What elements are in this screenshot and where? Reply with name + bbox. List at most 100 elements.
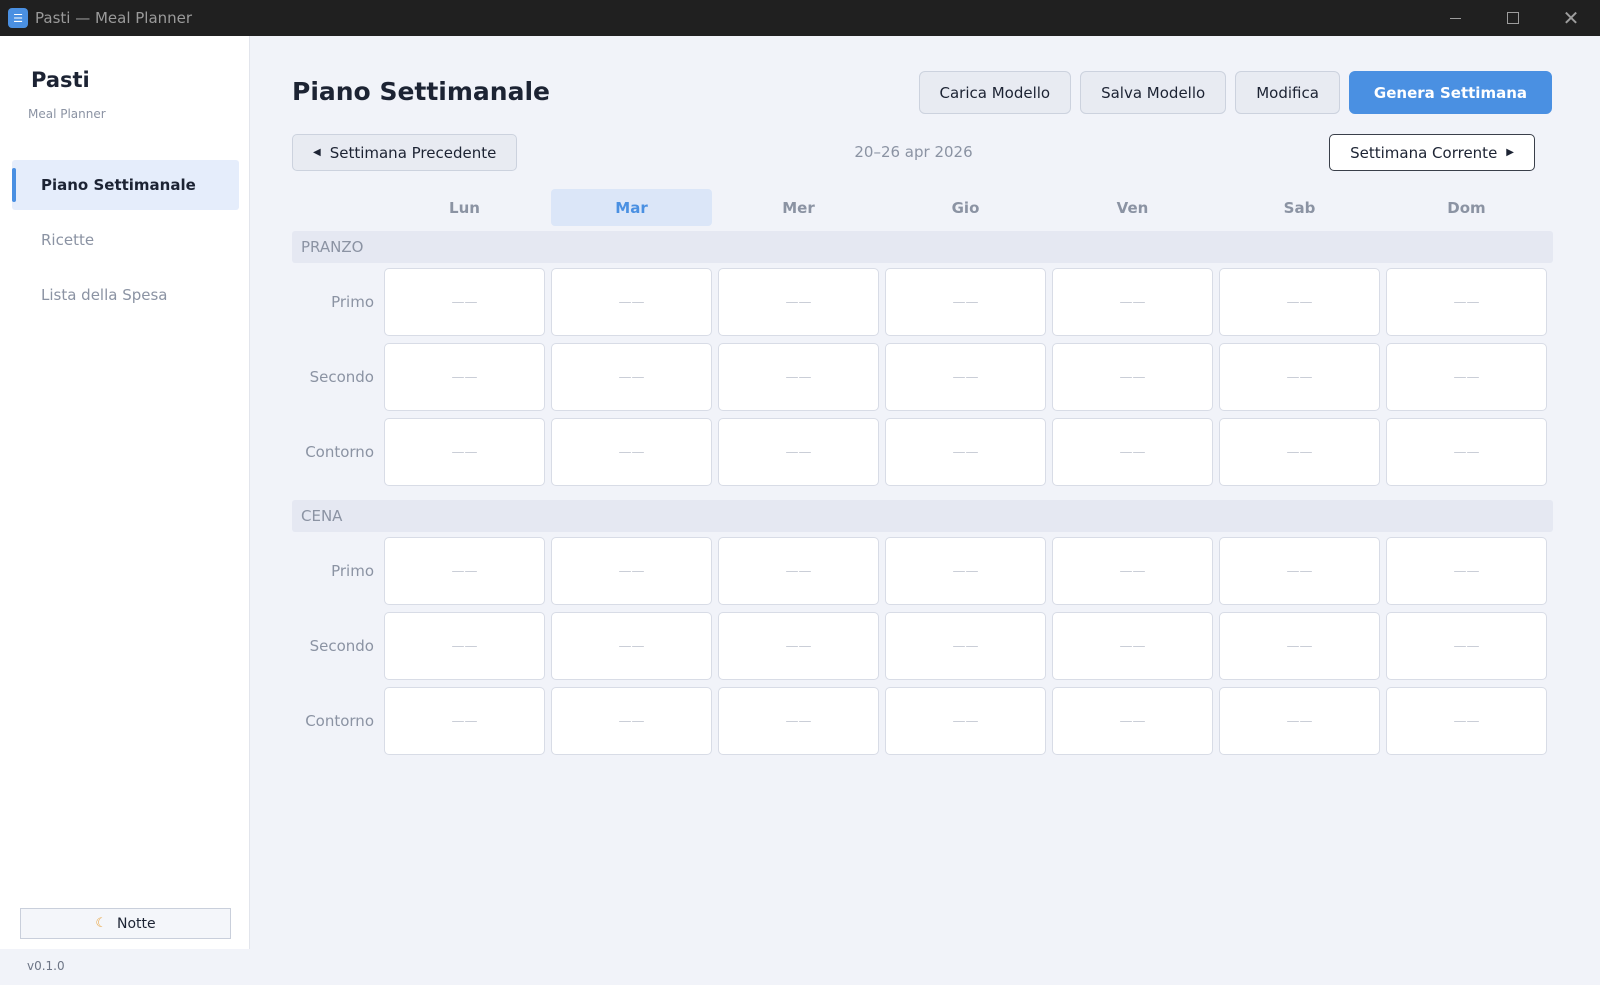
current-week-button[interactable]: Settimana Corrente ▶ bbox=[1329, 134, 1535, 171]
empty-slot-placeholder: —— bbox=[1453, 294, 1480, 310]
empty-slot-placeholder: —— bbox=[785, 638, 812, 654]
meal-slot[interactable]: —— bbox=[885, 418, 1046, 486]
course-label-secondo: Secondo bbox=[309, 368, 374, 386]
version-label: v0.1.0 bbox=[27, 959, 65, 973]
meal-slot[interactable]: —— bbox=[718, 268, 879, 336]
meal-slot[interactable]: —— bbox=[384, 612, 545, 680]
sidebar-item-label: Ricette bbox=[41, 231, 95, 249]
day-header-ven: Ven bbox=[1116, 198, 1149, 217]
meal-slot[interactable]: —— bbox=[718, 418, 879, 486]
minimize-icon bbox=[1449, 17, 1461, 19]
day-header-mar: Mar bbox=[551, 189, 712, 226]
empty-slot-placeholder: —— bbox=[618, 713, 645, 729]
empty-slot-placeholder: —— bbox=[952, 294, 979, 310]
meal-slot[interactable]: —— bbox=[718, 612, 879, 680]
empty-slot-placeholder: —— bbox=[618, 444, 645, 460]
meal-slot[interactable]: —— bbox=[1219, 418, 1380, 486]
meal-slot[interactable]: —— bbox=[1386, 537, 1547, 605]
meal-slot[interactable]: —— bbox=[551, 612, 712, 680]
meal-slot[interactable]: —— bbox=[885, 687, 1046, 755]
previous-week-button[interactable]: ◀ Settimana Precedente bbox=[292, 134, 518, 171]
meal-slot[interactable]: —— bbox=[384, 687, 545, 755]
meal-slot[interactable]: —— bbox=[1052, 418, 1213, 486]
empty-slot-placeholder: —— bbox=[618, 369, 645, 385]
current-week-label: Settimana Corrente bbox=[1350, 143, 1498, 162]
meal-slot[interactable]: —— bbox=[551, 687, 712, 755]
meal-slot[interactable]: —— bbox=[551, 343, 712, 411]
meal-slot[interactable]: —— bbox=[1219, 537, 1380, 605]
meal-slot[interactable]: —— bbox=[1386, 418, 1547, 486]
meal-slot[interactable]: —— bbox=[1386, 268, 1547, 336]
meal-slot[interactable]: —— bbox=[885, 537, 1046, 605]
empty-slot-placeholder: —— bbox=[785, 444, 812, 460]
edit-button[interactable]: Modifica bbox=[1235, 71, 1340, 114]
course-label-contorno: Contorno bbox=[305, 443, 374, 461]
meal-slot[interactable]: —— bbox=[384, 343, 545, 411]
meal-slot[interactable]: —— bbox=[384, 537, 545, 605]
empty-slot-placeholder: —— bbox=[1119, 563, 1146, 579]
empty-slot-placeholder: —— bbox=[1286, 638, 1313, 654]
meal-slot[interactable]: —— bbox=[1386, 612, 1547, 680]
meal-slot[interactable]: —— bbox=[718, 343, 879, 411]
main-content: Piano Settimanale Carica Modello Salva M… bbox=[251, 36, 1600, 949]
empty-slot-placeholder: —— bbox=[785, 294, 812, 310]
meal-slot[interactable]: —— bbox=[551, 268, 712, 336]
meal-slot[interactable]: —— bbox=[885, 268, 1046, 336]
week-navigation: 20–26 apr 2026 ◀ Settimana Precedente Se… bbox=[292, 134, 1535, 171]
meal-slot[interactable]: —— bbox=[1052, 268, 1213, 336]
sidebar-nav: Piano Settimanale Ricette Lista della Sp… bbox=[12, 160, 239, 325]
empty-slot-placeholder: —— bbox=[451, 294, 478, 310]
empty-slot-placeholder: —— bbox=[618, 563, 645, 579]
arrow-right-icon: ▶ bbox=[1506, 147, 1514, 158]
course-label-secondo: Secondo bbox=[309, 637, 374, 655]
empty-slot-placeholder: —— bbox=[451, 444, 478, 460]
day-header-mer: Mer bbox=[782, 198, 815, 217]
meal-slot[interactable]: —— bbox=[1052, 537, 1213, 605]
load-template-button[interactable]: Carica Modello bbox=[918, 71, 1072, 114]
save-template-button[interactable]: Salva Modello bbox=[1080, 71, 1227, 114]
sidebar-item-ricette[interactable]: Ricette bbox=[12, 215, 239, 265]
arrow-left-icon: ◀ bbox=[313, 147, 321, 158]
meal-slot[interactable]: —— bbox=[551, 537, 712, 605]
empty-slot-placeholder: —— bbox=[618, 294, 645, 310]
maximize-button[interactable] bbox=[1484, 0, 1542, 36]
meal-slot[interactable]: —— bbox=[1386, 343, 1547, 411]
meal-slot[interactable]: —— bbox=[1052, 612, 1213, 680]
meal-slot[interactable]: —— bbox=[1386, 687, 1547, 755]
meal-slot[interactable]: —— bbox=[718, 537, 879, 605]
meal-slot[interactable]: —— bbox=[1219, 612, 1380, 680]
meal-slot[interactable]: —— bbox=[1052, 687, 1213, 755]
meal-slot[interactable]: —— bbox=[384, 418, 545, 486]
fork-knife-icon: ☰ bbox=[8, 8, 28, 28]
app-brand: Pasti bbox=[31, 68, 90, 92]
moon-icon: ☾ bbox=[95, 916, 107, 931]
empty-slot-placeholder: —— bbox=[451, 638, 478, 654]
meal-slot[interactable]: —— bbox=[1219, 343, 1380, 411]
empty-slot-placeholder: —— bbox=[1453, 369, 1480, 385]
empty-slot-placeholder: —— bbox=[1119, 713, 1146, 729]
meal-slot[interactable]: —— bbox=[551, 418, 712, 486]
empty-slot-placeholder: —— bbox=[1119, 638, 1146, 654]
empty-slot-placeholder: —— bbox=[618, 638, 645, 654]
meal-slot[interactable]: —— bbox=[1219, 268, 1380, 336]
empty-slot-placeholder: —— bbox=[1286, 369, 1313, 385]
minimize-button[interactable] bbox=[1426, 0, 1484, 36]
meal-slot[interactable]: —— bbox=[384, 268, 545, 336]
empty-slot-placeholder: —— bbox=[1286, 294, 1313, 310]
meal-slot[interactable]: —— bbox=[718, 687, 879, 755]
empty-slot-placeholder: —— bbox=[1453, 563, 1480, 579]
app-subtitle: Meal Planner bbox=[28, 107, 106, 121]
meal-slot[interactable]: —— bbox=[1052, 343, 1213, 411]
meal-slot[interactable]: —— bbox=[1219, 687, 1380, 755]
sidebar-item-lista-della-spesa[interactable]: Lista della Spesa bbox=[12, 270, 239, 320]
meal-slot[interactable]: —— bbox=[885, 343, 1046, 411]
empty-slot-placeholder: —— bbox=[785, 713, 812, 729]
course-label-contorno: Contorno bbox=[305, 712, 374, 730]
theme-toggle-button[interactable]: ☾ Notte bbox=[20, 908, 231, 939]
empty-slot-placeholder: —— bbox=[451, 563, 478, 579]
meal-slot[interactable]: —— bbox=[885, 612, 1046, 680]
sidebar-item-piano-settimanale[interactable]: Piano Settimanale bbox=[12, 160, 239, 210]
generate-week-button[interactable]: Genera Settimana bbox=[1348, 71, 1552, 114]
close-button[interactable]: ✕ bbox=[1542, 0, 1600, 36]
toolbar: Carica Modello Salva Modello Modifica Ge… bbox=[918, 71, 1552, 114]
